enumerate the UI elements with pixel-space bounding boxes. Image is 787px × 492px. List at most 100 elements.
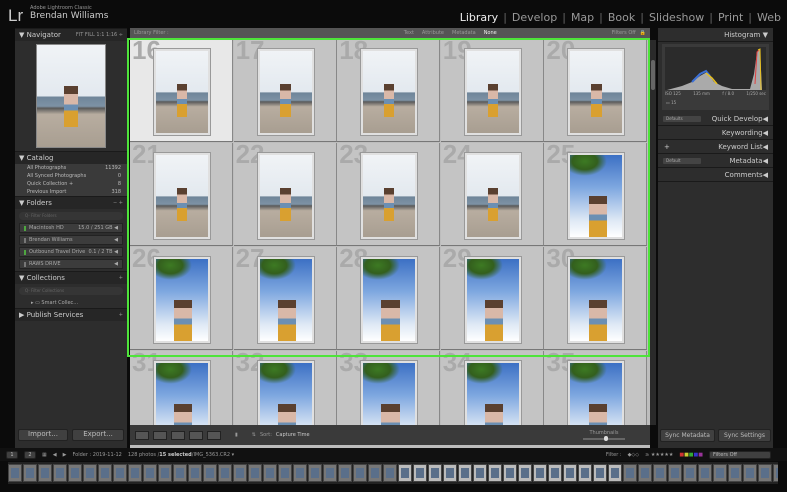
panel-header-keywording[interactable]: Keywording ◀: [658, 126, 773, 140]
photo-thumbnail[interactable]: [257, 361, 314, 425]
filmstrip-thumbnail[interactable]: [713, 464, 727, 482]
selection-info[interactable]: 128 photos /15 selected/IMG_5363.CR2 ▾: [128, 452, 234, 458]
filter-tab-text[interactable]: Text: [404, 30, 414, 36]
module-print[interactable]: Print: [718, 11, 743, 24]
filmstrip-thumbnail[interactable]: [758, 464, 772, 482]
grid-cell[interactable]: 32: [233, 351, 337, 425]
filmstrip-thumbnail[interactable]: [203, 464, 217, 482]
module-develop[interactable]: Develop: [512, 11, 557, 24]
filter-tab-metadata[interactable]: Metadata: [452, 30, 476, 36]
folder-source[interactable]: Folder : 2019-11-12: [72, 452, 121, 458]
filmstrip-thumbnail[interactable]: [383, 464, 397, 482]
panel-header-metadata[interactable]: Default Metadata ◀: [658, 154, 773, 168]
filmstrip-thumbnail[interactable]: [608, 464, 622, 482]
screen-1-button[interactable]: 1: [6, 450, 18, 459]
export-button[interactable]: Export...: [72, 429, 124, 441]
histogram-header[interactable]: Histogram ▼: [658, 28, 773, 42]
forward-arrow-icon[interactable]: ▶: [63, 452, 67, 458]
filmstrip-thumbnail[interactable]: [593, 464, 607, 482]
filmstrip-thumbnail[interactable]: [308, 464, 322, 482]
filmstrip-thumbnail[interactable]: [638, 464, 652, 482]
photo-thumbnail[interactable]: [464, 361, 521, 425]
filmstrip-thumbnail[interactable]: [113, 464, 127, 482]
grid-cell[interactable]: 34: [440, 351, 544, 425]
filmstrip-thumbnail[interactable]: [8, 464, 22, 482]
add-keyword-icon[interactable]: +: [664, 143, 670, 151]
catalog-item[interactable]: Quick Collection + 8: [15, 180, 127, 188]
filmstrip-thumbnail[interactable]: [353, 464, 367, 482]
photo-thumbnail[interactable]: [154, 361, 210, 425]
catalog-item[interactable]: Previous Import 318: [15, 188, 127, 196]
survey-view-icon[interactable]: [189, 430, 203, 440]
filmstrip-thumbnail[interactable]: [323, 464, 337, 482]
filmstrip-thumbnail[interactable]: [263, 464, 277, 482]
filmstrip-thumbnail[interactable]: [683, 464, 697, 482]
filmstrip-thumbnail[interactable]: [698, 464, 712, 482]
sync-metadata-button[interactable]: Sync Metadata: [660, 429, 715, 442]
sort-dropdown[interactable]: Capture Time: [276, 432, 310, 438]
sync-settings-button[interactable]: Sync Settings: [718, 429, 771, 442]
filter-folders-input[interactable]: Q- Filter Folders: [19, 212, 123, 220]
filmstrip-thumbnail[interactable]: [653, 464, 667, 482]
lock-icon[interactable]: 🔒: [640, 30, 646, 36]
sort-direction-icon[interactable]: ⇅: [252, 432, 256, 438]
filmstrip-thumbnail[interactable]: [548, 464, 562, 482]
filmstrip-thumbnail[interactable]: [293, 464, 307, 482]
filmstrip-thumbnail[interactable]: [563, 464, 577, 482]
filmstrip-thumbnail[interactable]: [68, 464, 82, 482]
filmstrip-thumbnail[interactable]: [98, 464, 112, 482]
flag-filter-icons[interactable]: ◆◇◇: [628, 452, 640, 458]
filter-tab-none[interactable]: None: [484, 30, 497, 36]
filmstrip-thumbnail[interactable]: [38, 464, 52, 482]
filmstrip-thumbnail[interactable]: [83, 464, 97, 482]
catalog-item[interactable]: All Photographs 11392: [15, 164, 127, 172]
module-library[interactable]: Library: [460, 11, 498, 24]
drive-menu-icon[interactable]: ◀: [113, 249, 118, 255]
filter-tab-attribute[interactable]: Attribute: [422, 30, 444, 36]
panel-header-comments[interactable]: Comments ◀: [658, 168, 773, 182]
filmstrip-thumbnail[interactable]: [248, 464, 262, 482]
grid-cell[interactable]: 31: [130, 351, 233, 425]
preset-dropdown[interactable]: Defaults: [663, 115, 701, 122]
filmstrip-thumbnail[interactable]: [173, 464, 187, 482]
filter-collections-input[interactable]: Q- Filter Collections: [19, 287, 123, 295]
grid-icon[interactable]: ▦: [42, 452, 47, 458]
folder-drive[interactable]: RAWS DRIVE ◀: [19, 259, 123, 269]
filmstrip-thumbnail[interactable]: [278, 464, 292, 482]
filmstrip-thumbnail[interactable]: [158, 464, 172, 482]
module-slideshow[interactable]: Slideshow: [649, 11, 704, 24]
filmstrip-thumbnail[interactable]: [533, 464, 547, 482]
screen-2-button[interactable]: 2: [24, 450, 36, 459]
module-map[interactable]: Map: [571, 11, 594, 24]
filmstrip-thumbnail[interactable]: [743, 464, 757, 482]
filmstrip-thumbnail[interactable]: [488, 464, 502, 482]
filmstrip-thumbnail[interactable]: [338, 464, 352, 482]
filmstrip-thumbnail[interactable]: [578, 464, 592, 482]
filmstrip-thumbnail[interactable]: [623, 464, 637, 482]
folder-add-remove[interactable]: − +: [113, 200, 123, 206]
preset-dropdown[interactable]: Default: [663, 157, 701, 164]
folder-drive[interactable]: Brendan Williams ◀: [19, 235, 123, 245]
navigator-header[interactable]: ▼ Navigator FIT FILL 1:1 1:16 ÷: [15, 28, 127, 41]
drive-menu-icon[interactable]: ◀: [113, 225, 118, 231]
grid-cell[interactable]: 33: [337, 351, 441, 425]
color-label-filter[interactable]: ■■■■■: [679, 452, 703, 458]
rating-filter[interactable]: ≥ ★★★★★: [645, 452, 673, 458]
module-web[interactable]: Web: [757, 11, 781, 24]
catalog-header[interactable]: ▼ Catalog: [15, 151, 127, 164]
drive-menu-icon[interactable]: ◀: [114, 261, 118, 267]
thumbnail-size-slider[interactable]: [583, 436, 625, 441]
grid-scrollbar[interactable]: [650, 40, 656, 425]
import-button[interactable]: Import...: [18, 429, 68, 441]
compare-view-icon[interactable]: [171, 430, 185, 440]
panel-header-quick-develop[interactable]: Defaults Quick Develop ◀: [658, 112, 773, 126]
filmstrip-thumbnail[interactable]: [668, 464, 682, 482]
collections-header[interactable]: ▼ Collections +: [15, 271, 127, 284]
photo-thumbnail[interactable]: [361, 361, 418, 425]
publish-services-header[interactable]: ▶ Publish Services +: [15, 308, 127, 321]
filmstrip-thumbnail[interactable]: [728, 464, 742, 482]
catalog-item[interactable]: All Synced Photographs 0: [15, 172, 127, 180]
filmstrip-thumbnail[interactable]: [413, 464, 427, 482]
people-view-icon[interactable]: [207, 430, 221, 440]
filmstrip-thumbnail[interactable]: [473, 464, 487, 482]
